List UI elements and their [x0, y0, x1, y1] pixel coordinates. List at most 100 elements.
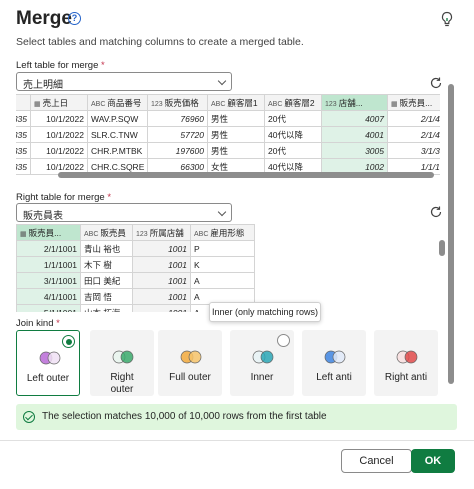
checkmark-circle-icon [23, 411, 35, 423]
right-table-row: 1/1/1001 木下 樹 1001 K [16, 256, 255, 273]
left-table-label: Left table for merge * [16, 60, 105, 71]
right-col-name[interactable]: ABC 販売員 [80, 224, 133, 241]
right-table-cell: 1001 [132, 288, 191, 305]
ok-button[interactable]: OK [411, 449, 455, 473]
left-table-cell: 197600 [147, 142, 208, 159]
right-table-cell: 木下 樹 [80, 256, 133, 273]
join-option-3[interactable]: Inner [230, 330, 294, 396]
left-table-cell: 335 [16, 110, 31, 127]
number-type-icon: 123 [136, 230, 148, 238]
venn-left-anti-icon [324, 350, 346, 364]
right-table-cell: 1001 [132, 240, 191, 257]
left-col-salesperson[interactable]: ▦ 販売員... [387, 94, 440, 111]
left-table-cell: 男性 [207, 126, 265, 143]
cancel-button[interactable]: Cancel [341, 449, 412, 473]
left-table-cell: 20代 [264, 142, 322, 159]
right-table-cell: 5/1/1001 [16, 304, 81, 312]
left-table-cell: CHR.P.MTBK [87, 142, 148, 159]
lightbulb-icon[interactable] [440, 11, 454, 29]
dialog-subtitle: Select tables and matching columns to cr… [16, 36, 304, 48]
left-col-price[interactable]: 123 販売価格 [147, 94, 208, 111]
right-table-cell: 青山 裕也 [80, 240, 133, 257]
right-table-cell: 3/1/1001 [16, 272, 81, 289]
right-table-row: 2/1/1001 青山 裕也 1001 P [16, 240, 255, 257]
right-table-preview[interactable]: ▦ 販売員... ABC 販売員 123 所属店舗 ABC 雇用形態 2/1/1001 青… [16, 224, 256, 312]
join-option-2[interactable]: Full outer [158, 330, 222, 396]
match-status-text: The selection matches 10,000 of 10,000 r… [42, 411, 327, 422]
right-table-dropdown[interactable]: 販売員表 [16, 203, 232, 222]
text-type-icon: ABC [91, 100, 106, 108]
right-table-cell: K [190, 256, 255, 273]
left-table-selected: 売上明細 [23, 80, 63, 91]
right-table-cell: 1001 [132, 272, 191, 289]
right-table-cell: A [190, 272, 255, 289]
left-table-preview[interactable]: ▦ 売上日 ABC 商品番号 123 販売価格 ABC 顧客層1 ABC 顧客層2 123… [16, 94, 440, 180]
right-table-cell: 1/1/1001 [16, 256, 81, 273]
right-col-store[interactable]: 123 所属店舗 [132, 224, 191, 241]
calendar-icon: ▦ [391, 100, 398, 108]
join-option-0[interactable]: Left outer [16, 330, 80, 396]
join-option-label: Right outer [110, 372, 134, 395]
text-type-icon: ABC [211, 100, 226, 108]
join-option-1[interactable]: Right outer [90, 330, 154, 396]
left-col-store[interactable]: 123 店舗... [321, 94, 388, 111]
left-table-cell: 10/1/2022 [30, 126, 88, 143]
right-table-header-row: ▦ 販売員... ABC 販売員 123 所属店舗 ABC 雇用形態 [16, 224, 255, 241]
chevron-down-icon [217, 207, 227, 217]
left-table-header-row: ▦ 売上日 ABC 商品番号 123 販売価格 ABC 顧客層1 ABC 顧客層2 123… [16, 94, 440, 111]
refresh-icon[interactable] [429, 205, 443, 219]
left-col-customer2[interactable]: ABC 顧客層2 [264, 94, 322, 111]
refresh-icon[interactable] [429, 76, 443, 90]
left-table-cell: 10/1/2022 [30, 110, 88, 127]
left-table-cell: 4001 [321, 126, 388, 143]
join-option-5[interactable]: Right anti [374, 330, 438, 396]
left-col-date[interactable]: ▦ 売上日 [30, 94, 88, 111]
right-table-cell: 吉岡 悟 [80, 288, 133, 305]
left-table-dropdown[interactable]: 売上明細 [16, 72, 232, 91]
left-table-cell: 10/1/2022 [30, 142, 88, 159]
left-table-cell: 2/1/4001 [387, 126, 440, 143]
join-kind-options: Left outer Right outer Full outer Inner Left… [16, 330, 457, 400]
left-table-cell: 男性 [207, 110, 265, 127]
join-option-4[interactable]: Left anti [302, 330, 366, 396]
left-table-cell: 4007 [321, 110, 388, 127]
left-col-customer1[interactable]: ABC 顧客層1 [207, 94, 265, 111]
join-option-label: Left outer [26, 373, 70, 384]
join-option-label: Right anti [384, 372, 428, 383]
left-table-cell: 3/1/3005 [387, 142, 440, 159]
left-table-cell: SLR.C.TNW [87, 126, 148, 143]
join-kind-label: Join kind * [16, 318, 60, 329]
right-table-cell: 2/1/1001 [16, 240, 81, 257]
venn-left-outer-icon [39, 351, 61, 365]
left-table-cell: 3005 [321, 142, 388, 159]
left-col-0 [16, 94, 31, 111]
venn-right-anti-icon [396, 350, 418, 364]
right-table-cell: 1001 [132, 256, 191, 273]
right-col-salesperson-id[interactable]: ▦ 販売員... [16, 224, 81, 241]
radio-indicator [277, 334, 290, 347]
left-table-cell: 335 [16, 142, 31, 159]
right-table-cell: 4/1/1001 [16, 288, 81, 305]
text-type-icon: ABC [84, 230, 99, 238]
number-type-icon: 123 [151, 100, 163, 108]
venn-right-outer-icon [112, 350, 134, 364]
help-icon[interactable]: ? [68, 12, 81, 25]
right-col-employment[interactable]: ABC 雇用形態 [190, 224, 255, 241]
left-table-row: 33510/1/2022CHR.P.MTBK197600男性20代30053/1… [16, 142, 440, 159]
number-type-icon: 123 [325, 100, 337, 108]
right-table-cell: 山本 拓海 [80, 304, 133, 312]
left-table-cell: 335 [16, 158, 31, 175]
venn-full-outer-icon [180, 350, 202, 364]
left-table-cell: 2/1/4007 [387, 110, 440, 127]
left-table-hscrollbar[interactable] [58, 172, 434, 178]
match-status-bar: The selection matches 10,000 of 10,000 r… [16, 404, 457, 430]
left-col-product[interactable]: ABC 商品番号 [87, 94, 148, 111]
left-table-cell: 40代以降 [264, 126, 322, 143]
join-option-label: Full outer [169, 372, 211, 383]
right-table-vscrollbar[interactable] [439, 240, 445, 256]
left-table-cell: WAV.P.SQW [87, 110, 148, 127]
radio-indicator [62, 335, 75, 348]
text-type-icon: ABC [194, 230, 209, 238]
venn-inner-icon [252, 350, 274, 364]
join-option-label: Inner [250, 372, 274, 383]
